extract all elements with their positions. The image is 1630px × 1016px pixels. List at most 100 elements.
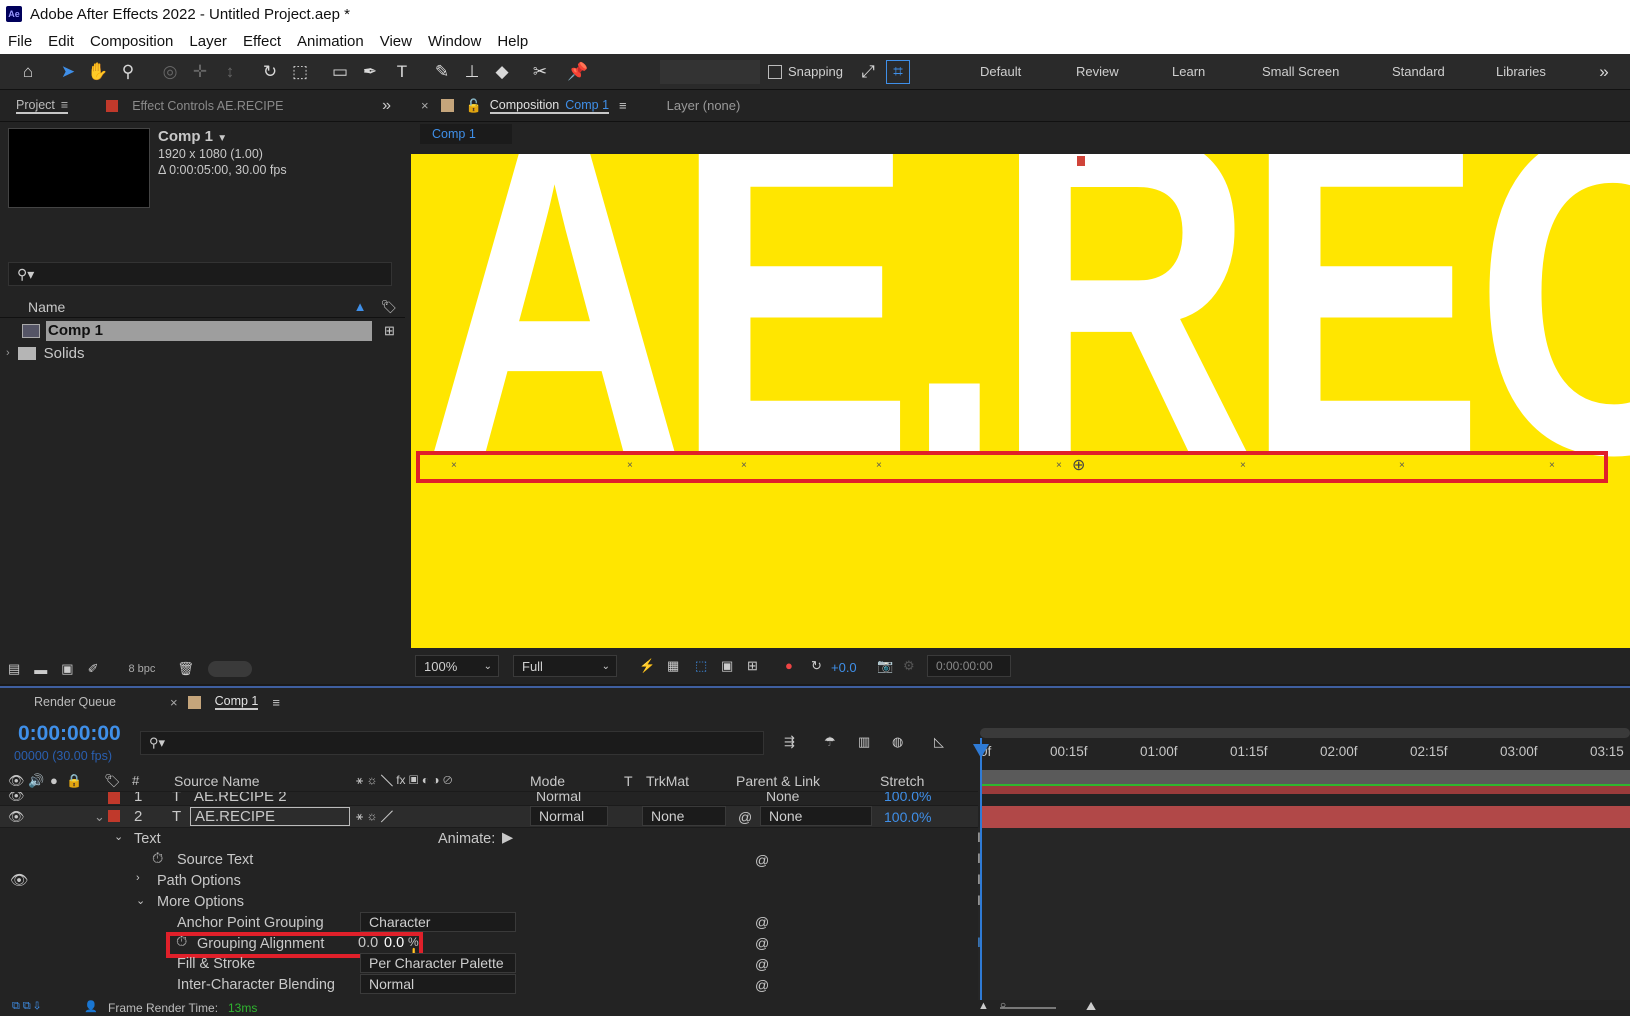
pan-camera-icon[interactable]: ✛ — [188, 60, 212, 84]
frame-blending-icon[interactable]: ▥ — [858, 734, 870, 750]
workspace-libraries[interactable]: Libraries — [1496, 64, 1546, 79]
prop-more-options[interactable]: More Options — [157, 894, 244, 910]
chevron-right-icon[interactable]: › — [6, 347, 10, 359]
dolly-camera-icon[interactable]: ↕ — [218, 60, 242, 84]
tab-comp-timeline[interactable]: Comp 1 — [214, 694, 259, 710]
project-item-comp[interactable]: Comp 1 ⊞ — [0, 320, 405, 342]
column-source-name[interactable]: Source Name — [174, 773, 260, 789]
show-snapshot-icon[interactable]: ⚙ — [903, 658, 915, 674]
eye-icon[interactable]: 👁 — [10, 872, 28, 889]
zoom-dropdown[interactable]: 100% ⌄ — [415, 655, 499, 677]
lock-icon[interactable]: 🔒 — [66, 773, 82, 789]
eye-icon[interactable]: 👁 — [8, 792, 25, 804]
adjust-project-settings-icon[interactable]: ✐ — [88, 661, 99, 677]
reset-exposure-icon[interactable]: ↻ — [811, 658, 822, 674]
layer-row-1[interactable]: 👁 1 T AE.RECIPE 2 Normal None 100.0% — [0, 792, 978, 806]
panel-menu-icon[interactable]: ≡ — [61, 98, 68, 112]
new-folder-icon[interactable]: ▬ — [34, 662, 47, 677]
audio-icon[interactable]: 🔊 — [28, 773, 44, 789]
project-search-input[interactable]: ⚲▾ — [8, 262, 392, 286]
panel-menu-icon[interactable]: ≡ — [619, 98, 627, 113]
workspace-standard[interactable]: Standard — [1392, 64, 1445, 79]
current-timecode[interactable]: 0:00:00:00 — [18, 722, 121, 746]
expression-spiral-icon[interactable]: @ — [755, 852, 769, 868]
animate-menu-icon[interactable]: ▶ — [502, 830, 513, 846]
timeline-zoom-slider[interactable] — [1000, 1007, 1056, 1009]
tab-project[interactable]: Project ≡ — [16, 98, 69, 114]
prop-text[interactable]: Text — [134, 831, 161, 847]
chevron-down-icon[interactable]: ▼ — [217, 133, 227, 144]
layer-label-swatch[interactable] — [108, 810, 120, 822]
snapping-checkbox[interactable] — [768, 65, 782, 79]
workspace-default[interactable]: Default — [980, 64, 1021, 79]
chevron-down-icon[interactable]: ⌄ — [136, 894, 145, 907]
layer-mode[interactable]: Normal — [536, 792, 581, 804]
layer-stretch[interactable]: 100.0% — [884, 792, 931, 804]
channel-icon[interactable]: ● — [785, 658, 793, 673]
tab-composition[interactable]: Composition Comp 1 — [489, 98, 610, 114]
menu-effect[interactable]: Effect — [235, 33, 289, 50]
menu-window[interactable]: Window — [420, 33, 489, 50]
solo-icon[interactable]: ● — [50, 773, 58, 788]
time-ruler[interactable]: 0f 00:15f 01:00f 01:15f 02:00f 02:15f 03… — [980, 730, 1630, 770]
tab-layer[interactable]: Layer (none) — [667, 98, 741, 113]
trash-icon[interactable]: 🗑 — [177, 661, 194, 677]
menu-help[interactable]: Help — [489, 33, 536, 50]
workspace-small-screen[interactable]: Small Screen — [1262, 64, 1339, 79]
render-time-toggle-icon[interactable]: 👤 — [84, 1000, 98, 1013]
tab-render-queue[interactable]: Render Queue — [34, 695, 116, 709]
thumbnail-slider[interactable] — [207, 661, 252, 677]
expression-spiral-icon[interactable]: @ — [755, 935, 769, 951]
zoom-tool-icon[interactable]: ⚲ — [116, 60, 140, 84]
layer-mode-dropdown[interactable]: Normal — [530, 806, 608, 826]
layer-switches-icon[interactable]: ⚹ ☼ ╱ — [356, 809, 393, 824]
layer-switches-toggle-icon[interactable]: ⧉ ⧉ ⇩ — [12, 1000, 40, 1013]
stopwatch-icon[interactable]: ⏱ — [152, 851, 163, 867]
menu-view[interactable]: View — [372, 33, 420, 50]
anchor-grouping-dropdown[interactable]: Character — [360, 912, 516, 932]
zoom-out-icon[interactable]: ▲ — [978, 1000, 989, 1012]
composition-viewer[interactable]: AE.RECIPE — [411, 154, 1630, 648]
label-tag-icon[interactable]: 🏷 — [380, 299, 397, 315]
parent-dropdown[interactable]: None — [760, 806, 872, 826]
resolution-dropdown[interactable]: Full ⌄ — [513, 655, 617, 677]
eraser-tool-icon[interactable]: ◆ — [490, 60, 514, 84]
motion-blur-icon[interactable]: ◍ — [892, 734, 903, 750]
home-icon[interactable]: ⌂ — [16, 60, 40, 84]
roto-brush-icon[interactable]: ✂ — [528, 60, 552, 84]
eye-icon[interactable]: 👁 — [8, 809, 25, 825]
flowchart-icon[interactable]: ⊞ — [384, 323, 395, 339]
more-workspaces-icon[interactable]: » — [1592, 60, 1616, 84]
graph-editor-icon[interactable]: ◺ — [934, 734, 944, 750]
expression-spiral-icon[interactable]: @ — [755, 914, 769, 930]
menu-file[interactable]: File — [0, 33, 40, 50]
chevron-down-icon[interactable]: ⌄ — [94, 809, 105, 825]
selection-tool-icon[interactable]: ➤ — [56, 60, 80, 84]
interpret-footage-icon[interactable]: ▤ — [8, 661, 20, 677]
layer-name[interactable]: AE.RECIPE 2 — [194, 792, 287, 805]
pen-tool-icon[interactable]: ✒ — [358, 60, 382, 84]
snap-options-icon[interactable]: ⤢ — [856, 60, 880, 84]
panel-menu-icon[interactable]: ≡ — [272, 695, 280, 710]
chevron-down-icon[interactable]: ⌄ — [114, 830, 123, 843]
expression-spiral-icon[interactable]: @ — [755, 977, 769, 993]
pickwhip-icon[interactable]: @ — [738, 809, 752, 825]
clone-stamp-icon[interactable]: ⊥ — [460, 60, 484, 84]
layer-name[interactable]: AE.RECIPE — [190, 807, 350, 826]
orbit-camera-icon[interactable]: ◎ — [158, 60, 182, 84]
layer-1-bar[interactable] — [980, 786, 1630, 794]
transparency-grid-icon[interactable]: ▦ — [667, 658, 679, 674]
exposure-value[interactable]: +0.0 — [831, 660, 857, 675]
grid-guides-icon[interactable]: ⊞ — [747, 658, 758, 674]
close-icon[interactable]: × — [170, 695, 178, 710]
draft-3d-icon[interactable]: ☂ — [824, 734, 836, 750]
layer-anchor-icon[interactable]: ⊕ — [1072, 455, 1085, 475]
layer-stretch[interactable]: 100.0% — [884, 809, 931, 825]
bit-depth-button[interactable]: 8 bpc — [121, 661, 164, 677]
fill-stroke-dropdown[interactable]: Per Character Palette — [360, 953, 516, 973]
close-icon[interactable]: × — [421, 98, 429, 113]
menu-layer[interactable]: Layer — [181, 33, 235, 50]
label-tag-icon[interactable]: 🏷 — [104, 773, 121, 789]
rectangle-tool-icon[interactable]: ▭ — [328, 60, 352, 84]
layer-2-bar[interactable] — [980, 806, 1630, 828]
